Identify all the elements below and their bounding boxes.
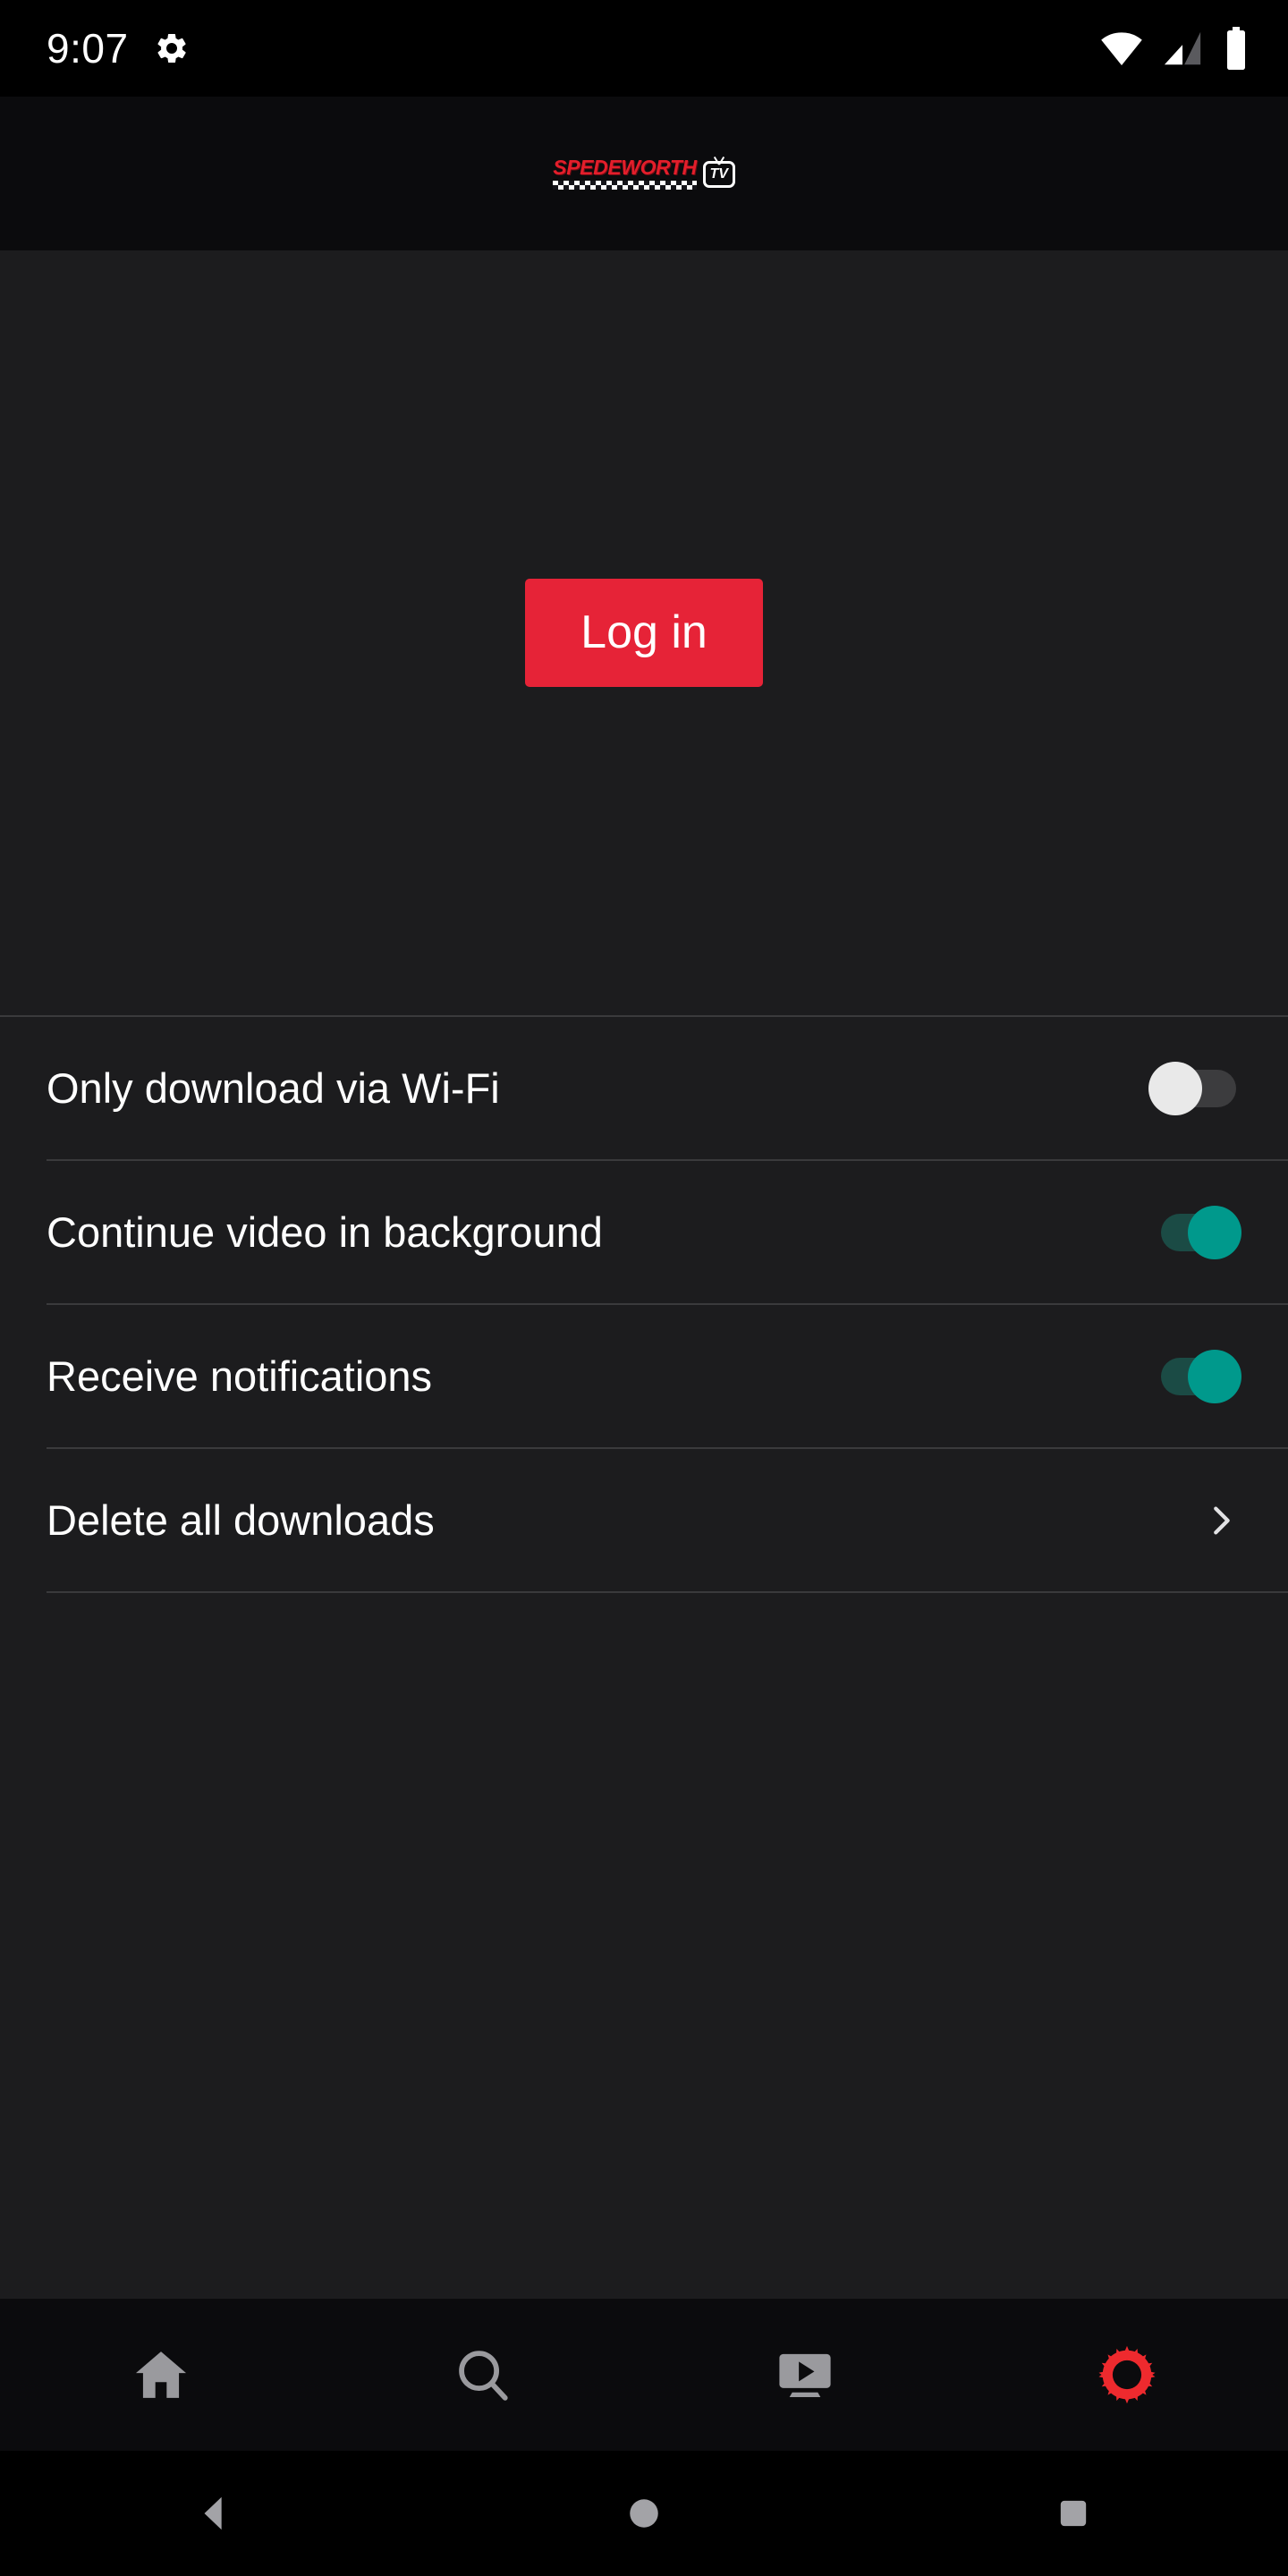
nav-item-videos[interactable]	[644, 2299, 966, 2451]
toggle-receive-notifications[interactable]	[1148, 1349, 1241, 1403]
cog-icon	[1098, 2345, 1156, 2404]
home-circle-icon	[630, 2499, 658, 2528]
settings-list: Only download via Wi-Fi Continue video i…	[0, 1017, 1288, 1593]
recents-square-icon	[1060, 2500, 1087, 2527]
nav-item-settings[interactable]	[966, 2299, 1288, 2451]
cellular-signal-icon	[1164, 31, 1201, 65]
settings-row-notifications[interactable]: Receive notifications	[0, 1305, 1288, 1447]
wifi-icon	[1101, 32, 1142, 65]
back-triangle-icon	[204, 2496, 222, 2530]
main-content: Log in Only download via Wi-Fi Continue …	[0, 250, 1288, 2299]
android-back-button[interactable]	[0, 2451, 429, 2576]
nav-item-search[interactable]	[322, 2299, 644, 2451]
settings-row-label: Delete all downloads	[47, 1496, 435, 1544]
gear-icon	[157, 33, 186, 64]
settings-row-wifi-only[interactable]: Only download via Wi-Fi	[0, 1017, 1288, 1159]
android-recents-button[interactable]	[859, 2451, 1288, 2576]
settings-row-delete-downloads[interactable]: Delete all downloads	[0, 1449, 1288, 1591]
logo-wordmark: SPEDEWORTH	[553, 156, 698, 190]
toggle-continue-video-in-background[interactable]	[1148, 1205, 1241, 1259]
app-header: SPEDEWORTH TV	[0, 97, 1288, 250]
search-icon	[459, 2351, 508, 2401]
status-bar-clock: 9:07	[47, 25, 129, 72]
status-bar-left: 9:07	[47, 28, 190, 69]
settings-row-background-video[interactable]: Continue video in background	[0, 1161, 1288, 1303]
tv-badge-label: TV	[709, 166, 728, 182]
toggle-only-download-via-wifi[interactable]	[1148, 1061, 1241, 1115]
tv-badge-icon: TV	[702, 156, 735, 188]
status-bar: 9:07	[0, 0, 1288, 97]
battery-full-icon	[1227, 27, 1245, 70]
home-icon	[135, 2351, 187, 2398]
logo-text: SPEDEWORTH	[553, 156, 697, 179]
settings-row-label: Receive notifications	[47, 1352, 433, 1400]
checkered-flag-stripe	[553, 181, 698, 190]
android-home-button[interactable]	[429, 2451, 859, 2576]
settings-row-label: Only download via Wi-Fi	[47, 1064, 500, 1112]
toggle-knob	[1188, 1349, 1241, 1403]
status-bar-right	[1100, 27, 1249, 70]
toggle-knob	[1148, 1061, 1202, 1115]
nav-item-home[interactable]	[0, 2299, 322, 2451]
app-screen: 9:07 SPEDEWORTH TV Log in Only download …	[0, 0, 1288, 2576]
android-navigation-bar	[0, 2451, 1288, 2576]
video-player-icon	[779, 2353, 831, 2398]
tv-antenna-right-icon	[717, 156, 724, 165]
settings-row-label: Continue video in background	[47, 1208, 603, 1256]
toggle-knob	[1188, 1205, 1241, 1259]
login-button[interactable]: Log in	[525, 578, 763, 688]
chevron-right-icon[interactable]	[1200, 1500, 1241, 1541]
bottom-navigation-bar	[0, 2299, 1288, 2451]
spedeworth-tv-logo: SPEDEWORTH TV	[553, 156, 735, 190]
login-area: Log in	[0, 250, 1288, 1015]
